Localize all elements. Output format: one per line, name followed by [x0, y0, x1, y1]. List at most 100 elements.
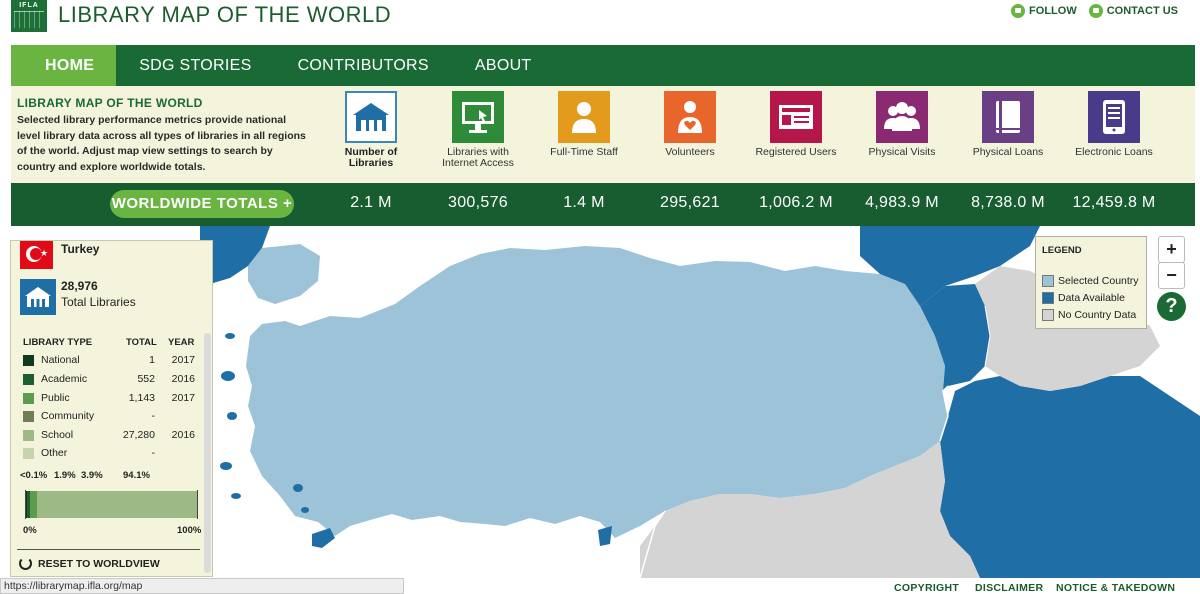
total-volunteers: 295,621 — [660, 194, 720, 211]
type-total: - — [151, 447, 156, 459]
worldwide-totals-button[interactable]: WORLDWIDE TOTALS + — [110, 190, 294, 218]
legend-swatch — [1042, 275, 1054, 287]
type-total: - — [151, 410, 156, 422]
metric-label: Libraries with Internet Access — [442, 146, 514, 169]
col-year: YEAR — [168, 337, 195, 348]
reset-icon — [19, 557, 32, 570]
metric-electronic-loans[interactable]: Electronic Loans — [1069, 91, 1159, 158]
metric-internet-access[interactable]: Libraries with Internet Access — [433, 91, 523, 169]
nav-home[interactable]: HOME — [11, 45, 117, 86]
book-icon — [982, 91, 1034, 143]
pct-school: 94.1% — [123, 470, 150, 481]
map-region-data[interactable] — [940, 376, 1200, 578]
metric-physical-loans[interactable]: Physical Loans — [963, 91, 1053, 158]
top-links: FOLLOW CONTACT US — [1011, 4, 1178, 18]
status-url: https://librarymap.ifla.org/map — [0, 578, 404, 594]
legend-swatch — [1042, 292, 1054, 304]
metric-physical-visits[interactable]: Physical Visits — [857, 91, 947, 158]
metric-label: Number of Libraries — [344, 146, 398, 169]
map-island[interactable] — [220, 462, 232, 470]
notice-takedown-link[interactable]: NOTICE & TAKEDOWN — [1056, 582, 1175, 594]
copyright-link[interactable]: COPYRIGHT — [894, 582, 959, 594]
ifla-logo[interactable]: IFLA — [11, 0, 47, 32]
type-name: School — [41, 429, 74, 441]
col-library-type: LIBRARY TYPE — [23, 337, 93, 348]
main-nav: HOME SDG STORIES CONTRIBUTORS ABOUT — [11, 45, 1195, 86]
total-number-of-libraries: 2.1 M — [350, 194, 392, 211]
zoom-in-button[interactable]: + — [1158, 236, 1185, 263]
group-people-icon — [876, 91, 928, 143]
type-swatch — [23, 355, 34, 366]
type-name: Public — [41, 392, 70, 404]
metric-label: Full-Time Staff — [550, 146, 618, 158]
zoom-out-button[interactable]: − — [1158, 262, 1185, 289]
type-year: 2016 — [171, 429, 195, 441]
type-swatch — [23, 430, 34, 441]
type-name: Other — [41, 447, 68, 459]
map-island[interactable] — [225, 333, 235, 339]
nav-sdg-stories[interactable]: SDG STORIES — [116, 45, 274, 86]
disclaimer-link[interactable]: DISCLAIMER — [975, 582, 1043, 594]
computer-monitor-icon — [452, 91, 504, 143]
type-total: 552 — [137, 373, 155, 385]
total-libraries-value: 28,976 — [61, 279, 98, 293]
legend-item-no-data: No Country Data — [1042, 309, 1136, 321]
map-island[interactable] — [221, 371, 235, 381]
table-row: Community - — [23, 409, 195, 427]
bar-end-label: 100% — [177, 525, 202, 536]
panel-scrollbar[interactable] — [204, 333, 211, 573]
map-island[interactable] — [293, 484, 303, 492]
map-island[interactable] — [231, 493, 241, 499]
type-swatch — [23, 393, 34, 404]
panel-divider — [17, 549, 200, 550]
share-bar-segment — [37, 491, 197, 518]
nav-about[interactable]: ABOUT — [452, 45, 555, 86]
type-total: 1 — [149, 354, 155, 366]
tablet-icon — [1088, 91, 1140, 143]
type-name: National — [41, 354, 80, 366]
metric-number-of-libraries[interactable]: Number of Libraries — [326, 91, 416, 169]
reset-to-worldview-button[interactable]: RESET TO WORLDVIEW — [19, 557, 160, 570]
map-island[interactable] — [598, 526, 612, 546]
table-row: Other - — [23, 446, 195, 464]
contact-us-link[interactable]: CONTACT US — [1088, 4, 1178, 18]
total-electronic-loans: 12,459.8 M — [1072, 194, 1156, 211]
top-bar: IFLA LIBRARY MAP OF THE WORLD FOLLOW CON… — [0, 0, 1200, 44]
bar-start-label: 0% — [23, 525, 37, 536]
twitter-icon — [1011, 4, 1026, 18]
help-button[interactable]: ? — [1157, 292, 1186, 321]
map-island[interactable] — [227, 412, 237, 420]
type-swatch — [23, 448, 34, 459]
metric-label: Registered Users — [755, 146, 837, 158]
nav-contributors[interactable]: CONTRIBUTORS — [275, 45, 452, 86]
total-full-time-staff: 1.4 M — [563, 194, 605, 211]
map-region-selected[interactable] — [248, 244, 320, 304]
share-bar — [25, 490, 198, 519]
total-libraries-label: Total Libraries — [61, 295, 136, 309]
metric-label: Physical Visits — [868, 146, 936, 158]
total-internet-access: 300,576 — [448, 194, 508, 211]
legend-swatch — [1042, 309, 1054, 321]
mail-icon — [1088, 4, 1103, 18]
map-island[interactable] — [301, 507, 309, 513]
info-title: LIBRARY MAP OF THE WORLD — [17, 96, 203, 110]
country-panel: ★ Turkey 28,976 Total Libraries LIBRARY … — [10, 240, 213, 577]
follow-link[interactable]: FOLLOW — [1011, 4, 1077, 18]
pct-national: <0.1% — [20, 470, 48, 481]
metric-full-time-staff[interactable]: Full-Time Staff — [539, 91, 629, 158]
type-name: Community — [41, 410, 95, 422]
country-name: Turkey — [61, 242, 100, 256]
type-total: 27,280 — [122, 429, 155, 441]
metric-volunteers[interactable]: Volunteers — [645, 91, 735, 158]
col-total: TOTAL — [126, 337, 157, 348]
metric-label: Volunteers — [665, 146, 715, 158]
table-row: National 1 2017 — [23, 353, 195, 371]
volunteer-heart-icon — [664, 91, 716, 143]
metric-registered-users[interactable]: Registered Users — [751, 91, 841, 158]
legend-label: Data Available — [1058, 292, 1125, 304]
total-physical-loans: 8,738.0 M — [971, 194, 1045, 211]
info-description: Selected library performance metrics pro… — [17, 114, 306, 173]
legend-label: Selected Country — [1058, 275, 1139, 287]
type-year: 2017 — [171, 354, 195, 366]
table-row: Public 1,143 2017 — [23, 391, 195, 409]
